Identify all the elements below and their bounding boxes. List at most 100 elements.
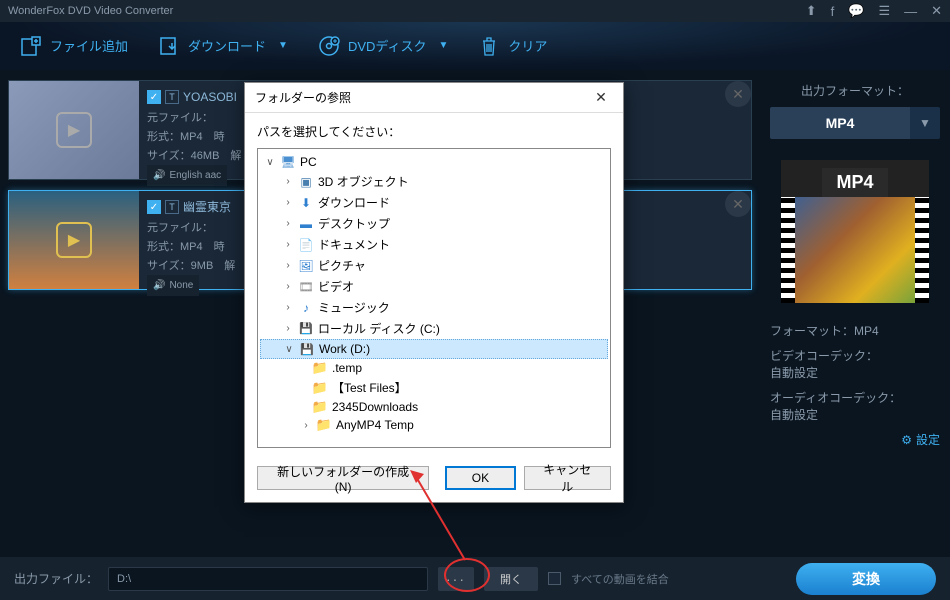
collapse-icon[interactable]: ∨ [283,344,295,355]
music-icon: ♪ [298,301,314,315]
audio-track[interactable]: 🔊 English aac [147,165,227,186]
tree-item[interactable]: ›💾ローカル ディスク (C:) [260,318,608,339]
titlebar-controls: ⬆ f 💬 ☰ — ✕ [806,3,942,19]
folder-icon: 📁 [312,361,328,375]
tree-item[interactable]: ›📄ドキュメント [260,234,608,255]
tree-item[interactable]: ›♪ミュージック [260,297,608,318]
ok-button[interactable]: OK [445,466,515,490]
close-icon[interactable]: ✕ [931,3,942,19]
folder-icon: 📁 [316,418,332,432]
tree-item[interactable]: 📁【Test Files】 [260,377,608,398]
folder-icon: ▣ [298,175,314,189]
format-info: フォーマット：MP4 [770,322,940,339]
dialog-title: フォルダーの参照 [255,89,589,106]
bottom-bar: 出力ファイル： ··· 開く すべての動画を結合 変換 [0,556,950,600]
file-type-badge: T [165,200,179,214]
audio-track[interactable]: 🔊 None [147,275,199,296]
tree-item[interactable]: 📁.temp [260,359,608,377]
desktop-icon: ▬ [298,217,314,231]
tree-item[interactable]: ›⬇ダウンロード [260,192,608,213]
app-title: WonderFox DVD Video Converter [8,5,173,17]
dvd-icon [318,35,340,57]
videos-icon: 🎞 [298,280,314,294]
expand-icon[interactable]: › [282,197,294,208]
audio-codec-info: オーディオコーデック： 自動設定 [770,389,940,423]
titlebar: WonderFox DVD Video Converter ⬆ f 💬 ☰ — … [0,0,950,22]
output-format-dropdown[interactable]: MP4 ▼ [770,107,940,139]
play-icon: ▶ [56,222,92,258]
pictures-icon: 🖼 [298,259,314,273]
cancel-button[interactable]: キャンセル [524,466,611,490]
format-preview[interactable]: MP4 [780,159,930,304]
expand-icon[interactable]: › [282,176,294,187]
tree-item[interactable]: ›▬デスクトップ [260,213,608,234]
tree-item[interactable]: ›📁AnyMP4 Temp [260,416,608,434]
file-checkbox[interactable]: ✓ [147,200,161,214]
expand-icon[interactable]: › [282,302,294,313]
disk-icon: 💾 [299,342,315,356]
download-folder-icon: ⬇ [298,196,314,210]
minimize-icon[interactable]: — [904,4,917,19]
add-file-icon [20,35,42,57]
tree-item[interactable]: ›🎞ビデオ [260,276,608,297]
output-format-label: 出力フォーマット： [770,82,940,99]
output-panel: 出力フォーマット： MP4 ▼ MP4 フォーマット：MP4 ビデオコーデック：… [760,70,950,556]
merge-checkbox[interactable] [548,572,561,585]
file-title: 幽霊東京 [183,197,231,217]
facebook-icon[interactable]: f [831,4,835,19]
file-checkbox[interactable]: ✓ [147,90,161,104]
collapse-icon[interactable]: ∨ [264,157,276,168]
remove-file-button[interactable]: ✕ [725,191,751,217]
chevron-down-icon: ▼ [278,40,288,51]
dialog-buttons: 新しいフォルダーの作成(N) OK キャンセル [245,456,623,502]
remove-file-button[interactable]: ✕ [725,81,751,107]
upload-icon[interactable]: ⬆ [806,3,817,19]
folder-icon: 📁 [312,400,328,414]
file-thumbnail[interactable]: ▶ [9,191,139,289]
video-codec-info: ビデオコーデック： 自動設定 [770,347,940,381]
main-toolbar: ファイル追加 ダウンロード ▼ DVDディスク ▼ クリア [0,22,950,70]
tree-item-pc[interactable]: ∨ 🖥 PC [260,153,608,171]
expand-icon[interactable]: › [282,323,294,334]
tree-item-selected[interactable]: ∨💾Work (D:) [260,339,608,359]
chat-icon[interactable]: 💬 [848,3,864,19]
output-path-input[interactable] [108,567,428,591]
chevron-down-icon: ▼ [438,40,448,51]
folder-tree[interactable]: ∨ 🖥 PC ›▣3D オブジェクト ›⬇ダウンロード ›▬デスクトップ ›📄ド… [257,148,611,448]
expand-icon[interactable]: › [282,218,294,229]
open-folder-button[interactable]: 開く [484,567,538,591]
browse-button[interactable]: ··· [438,567,474,591]
file-type-badge: T [165,90,179,104]
file-thumbnail[interactable]: ▶ [9,81,139,179]
settings-button[interactable]: ⚙ 設定 [770,431,940,448]
format-badge: MP4 [822,168,887,197]
tree-item[interactable]: ›🖼ピクチャ [260,255,608,276]
new-folder-button[interactable]: 新しいフォルダーの作成(N) [257,466,429,490]
tree-item[interactable]: ›▣3D オブジェクト [260,171,608,192]
pc-icon: 🖥 [280,155,296,169]
documents-icon: 📄 [298,238,314,252]
trash-icon [478,35,500,57]
expand-icon[interactable]: › [282,239,294,250]
disk-icon: 💾 [298,322,314,336]
expand-icon[interactable]: › [282,281,294,292]
download-button[interactable]: ダウンロード ▼ [158,35,288,57]
download-icon [158,35,180,57]
expand-icon[interactable]: › [300,420,312,431]
convert-button[interactable]: 変換 [796,563,936,595]
dialog-titlebar: フォルダーの参照 ✕ [245,83,623,113]
folder-icon: 📁 [312,381,328,395]
menu-icon[interactable]: ☰ [878,3,890,19]
add-file-button[interactable]: ファイル追加 [20,35,128,57]
clear-button[interactable]: クリア [478,35,547,57]
folder-browse-dialog: フォルダーの参照 ✕ パスを選択してください： ∨ 🖥 PC ›▣3D オブジェ… [244,82,624,503]
dialog-prompt: パスを選択してください： [257,123,611,140]
expand-icon[interactable]: › [282,260,294,271]
output-path-label: 出力ファイル： [14,570,98,587]
dialog-close-button[interactable]: ✕ [589,86,613,110]
merge-label: すべての動画を結合 [571,571,669,587]
tree-item[interactable]: 📁2345Downloads [260,398,608,416]
play-icon: ▶ [56,112,92,148]
dvd-disc-button[interactable]: DVDディスク ▼ [318,35,448,57]
chevron-down-icon[interactable]: ▼ [910,107,940,139]
